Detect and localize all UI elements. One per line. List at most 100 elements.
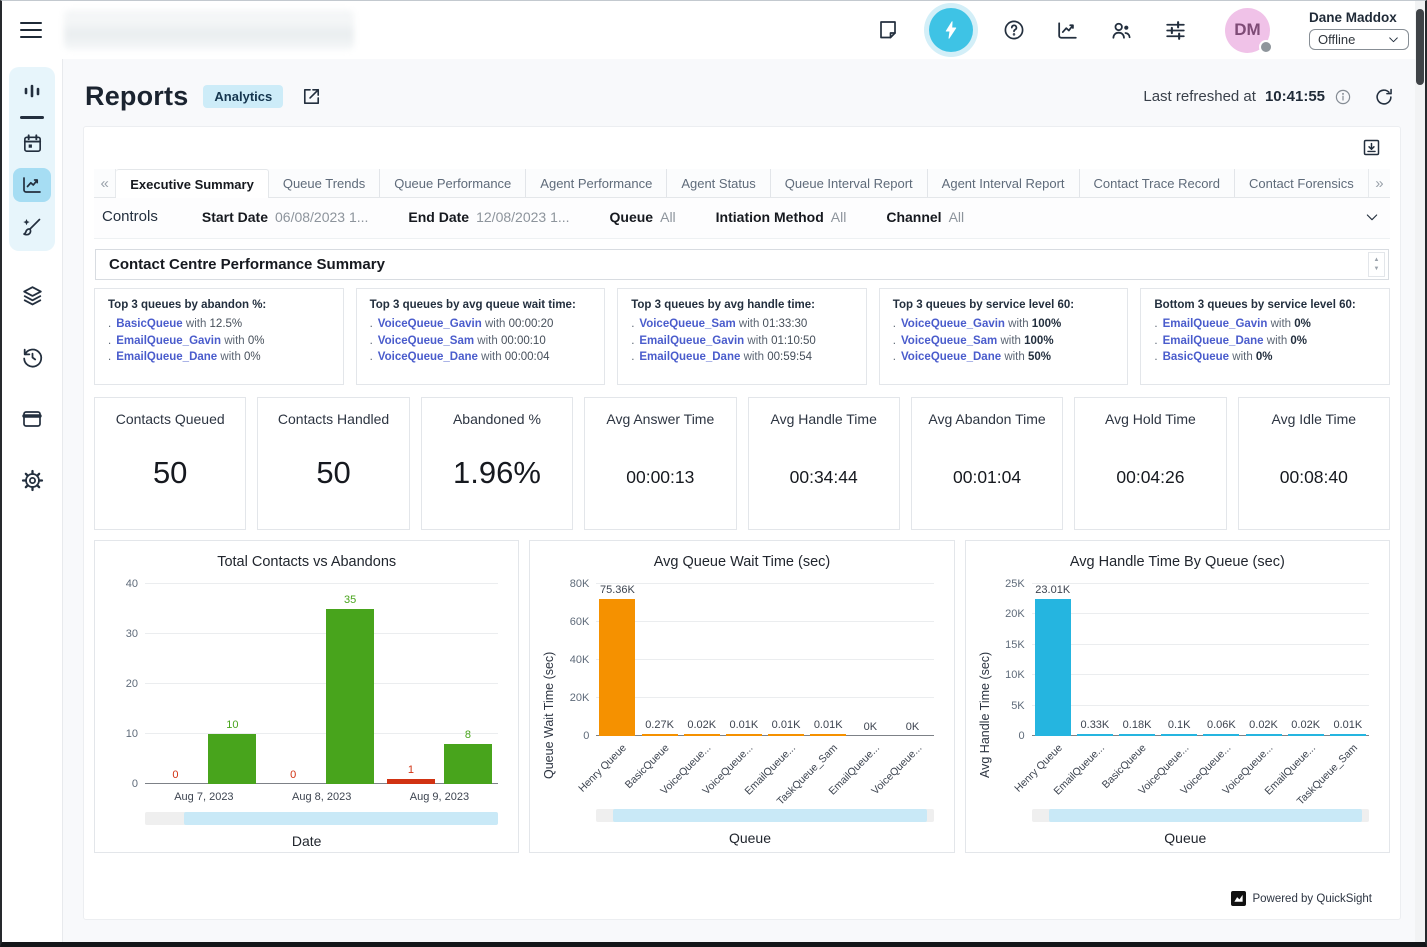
chart-avg-handle-time-by-queue: Avg Handle Time By Queue (sec) Avg Handle… (965, 540, 1390, 853)
tab-executive-summary[interactable]: Executive Summary (116, 169, 269, 198)
sidebar-item-window[interactable] (20, 407, 44, 431)
chart-scrollbar-thumb[interactable] (184, 812, 498, 825)
tab-queue-performance[interactable]: Queue Performance (379, 169, 525, 197)
note-icon[interactable] (876, 18, 900, 42)
bar-value-label: 0.27K (645, 719, 674, 731)
tab-queue-trends[interactable]: Queue Trends (269, 169, 379, 197)
x-tick-label: EmailQueue... (1074, 736, 1116, 800)
summary-scroll-stepper[interactable]: ▲▼ (1368, 252, 1385, 277)
queue-link[interactable]: EmailQueue_Dane (639, 351, 740, 363)
y-tick-label: 25K (1005, 578, 1025, 590)
controls-collapse-button[interactable] (1364, 209, 1380, 225)
tabs-scroll-left-button[interactable]: « (94, 169, 116, 197)
queue-link[interactable]: VoiceQueue_Sam (639, 318, 735, 330)
insight-card-bottom-service-level: Bottom 3 queues by service level 60: Ema… (1140, 288, 1390, 385)
y-axis-label: Avg Handle Time (sec) (978, 584, 994, 846)
bar-value-label: 0.02K (687, 719, 716, 731)
filter-initiation-method[interactable]: Intiation Method All (716, 209, 847, 225)
queue-link[interactable]: VoiceQueue_Dane (378, 351, 478, 363)
tab-contact-forensics[interactable]: Contact Forensics (1234, 169, 1368, 197)
refresh-button[interactable] (1373, 86, 1395, 108)
page-scrollbar-thumb[interactable] (1416, 9, 1424, 85)
y-tick-label: 10K (1005, 669, 1025, 681)
queue-link[interactable]: VoiceQueue_Sam (378, 335, 474, 347)
queue-link[interactable]: EmailQueue_Gavin (116, 335, 221, 347)
powered-by-quicksight: Powered by QuickSight (1231, 891, 1372, 906)
filter-end-date[interactable]: End Date 12/08/2023 1... (408, 209, 569, 225)
external-link-icon (300, 85, 323, 108)
chart-title: Avg Queue Wait Time (sec) (542, 554, 941, 570)
queue-link[interactable]: VoiceQueue_Sam (901, 335, 997, 347)
x-tick-label: Aug 9, 2023 (381, 784, 499, 803)
bar[interactable] (387, 779, 435, 784)
x-tick-label: Aug 7, 2023 (145, 784, 263, 803)
line-chart-icon (20, 173, 44, 197)
queue-link[interactable]: EmailQueue_Gavin (1163, 318, 1268, 330)
chart-title: Avg Handle Time By Queue (sec) (978, 554, 1377, 570)
chevron-down-icon (1387, 33, 1400, 46)
tab-agent-performance[interactable]: Agent Performance (525, 169, 666, 197)
download-report-button[interactable] (1361, 137, 1382, 158)
sidebar-item-history[interactable] (20, 345, 45, 370)
metrics-icon[interactable] (1055, 18, 1080, 43)
y-tick-label: 0 (583, 730, 589, 742)
bar[interactable] (326, 609, 374, 784)
kpi-avg-handle-time: Avg Handle Time00:34:44 (748, 397, 900, 530)
bar-chart-icon (20, 79, 44, 103)
tabs-scroll-right-button[interactable]: » (1368, 169, 1390, 197)
queue-link[interactable]: VoiceQueue_Dane (901, 351, 1001, 363)
tab-agent-interval-report[interactable]: Agent Interval Report (927, 169, 1079, 197)
filter-start-date[interactable]: Start Date 06/08/2023 1... (202, 209, 369, 225)
y-tick-label: 0 (1019, 730, 1025, 742)
status-dropdown[interactable]: Offline (1309, 29, 1409, 50)
insight-card-top-service-level: Top 3 queues by service level 60: VoiceQ… (879, 288, 1129, 385)
queue-link[interactable]: BasicQueue (116, 318, 182, 330)
bar[interactable] (1035, 599, 1071, 736)
x-axis-label: Queue (994, 830, 1377, 846)
bar-value-label: 0.06K (1207, 719, 1236, 731)
tab-queue-interval-report[interactable]: Queue Interval Report (770, 169, 927, 197)
page-scrollbar[interactable] (1415, 1, 1425, 942)
tab-agent-status[interactable]: Agent Status (666, 169, 769, 197)
bar[interactable] (599, 599, 635, 736)
queue-link[interactable]: EmailQueue_Dane (116, 351, 217, 363)
sliders-icon[interactable] (1163, 18, 1188, 43)
queue-link[interactable]: EmailQueue_Dane (1163, 335, 1264, 347)
chart-scrollbar[interactable] (145, 812, 498, 825)
filter-queue[interactable]: Queue All (610, 209, 676, 225)
sidebar-item-calendar[interactable] (21, 132, 44, 155)
top-bar: DM Dane Maddox Offline (2, 1, 1425, 59)
queue-link[interactable]: VoiceQueue_Gavin (901, 318, 1005, 330)
queue-link[interactable]: BasicQueue (1163, 351, 1229, 363)
chart-scrollbar-thumb[interactable] (613, 809, 927, 822)
open-external-button[interactable] (300, 85, 323, 108)
sidebar-item-settings[interactable] (20, 468, 45, 493)
sidebar-item-design[interactable] (20, 215, 44, 239)
help-icon[interactable] (1002, 18, 1026, 42)
people-icon[interactable] (1109, 18, 1134, 43)
queue-link[interactable]: EmailQueue_Gavin (639, 335, 744, 347)
layers-icon (20, 283, 45, 308)
chart-scrollbar[interactable] (1032, 809, 1369, 822)
bar-value-label: 35 (344, 594, 356, 606)
chart-scrollbar[interactable] (596, 809, 933, 822)
main-content: Reports Analytics Last refreshed at 10:4… (63, 59, 1425, 942)
info-icon[interactable] (1334, 88, 1352, 106)
app-window: DM Dane Maddox Offline (0, 0, 1427, 947)
sidebar-item-analytics-selected[interactable] (13, 168, 51, 202)
chart-scrollbar-thumb[interactable] (1049, 809, 1363, 822)
tab-contact-trace-record[interactable]: Contact Trace Record (1079, 169, 1234, 197)
sidebar-item-bar-chart[interactable] (20, 79, 44, 103)
lightning-button[interactable] (929, 8, 973, 52)
bar[interactable] (444, 744, 492, 784)
bar-value-label: 0.18K (1123, 719, 1152, 731)
queue-link[interactable]: VoiceQueue_Gavin (378, 318, 482, 330)
bar[interactable] (208, 734, 256, 784)
insight-cards: Top 3 queues by abandon %: BasicQueue wi… (94, 288, 1390, 385)
sidebar-item-layers[interactable] (20, 283, 45, 308)
y-tick-label: 40 (126, 578, 138, 590)
presence-dot (1259, 40, 1273, 54)
filter-channel[interactable]: Channel All (886, 209, 964, 225)
hamburger-menu-button[interactable] (20, 22, 42, 39)
analytics-badge: Analytics (203, 85, 283, 108)
